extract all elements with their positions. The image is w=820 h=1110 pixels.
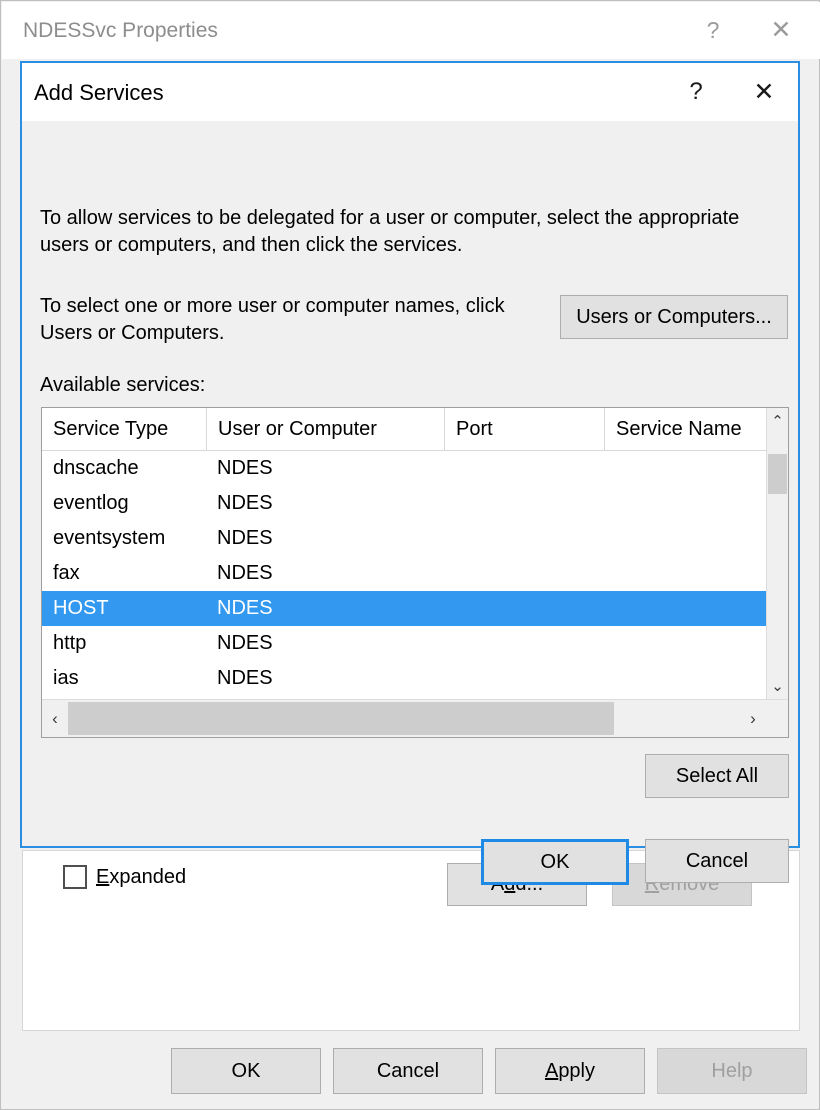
parent-title-bar: NDESSvc Properties ? ✕ xyxy=(2,2,820,59)
cell-user-or-computer: NDES xyxy=(217,492,273,515)
listview-header-row: Service Type User or Computer Port Servi… xyxy=(42,408,788,451)
modal-close-button[interactable]: ✕ xyxy=(734,63,794,121)
column-header-service-name[interactable]: Service Name xyxy=(605,408,766,450)
column-header-port[interactable]: Port xyxy=(445,408,605,450)
listview-vertical-scrollbar[interactable]: ⌃ ⌄ xyxy=(766,408,788,699)
listview-row[interactable]: http NDES xyxy=(42,626,766,661)
chevron-down-icon[interactable]: ⌄ xyxy=(767,673,788,699)
parent-ok-button[interactable]: OK xyxy=(171,1048,321,1094)
column-header-service-type[interactable]: Service Type xyxy=(42,408,207,450)
modal-help-icon[interactable]: ? xyxy=(666,63,726,121)
modal-title: Add Services xyxy=(34,80,164,106)
parent-close-button[interactable]: ✕ xyxy=(750,2,812,59)
cell-user-or-computer: NDES xyxy=(217,457,273,480)
parent-window-title: NDESSvc Properties xyxy=(23,19,218,43)
apply-button-accelerator: A xyxy=(545,1060,558,1083)
cell-user-or-computer: NDES xyxy=(217,667,273,690)
cell-service-type: eventsystem xyxy=(53,527,165,550)
column-header-user-or-computer[interactable]: User or Computer xyxy=(207,408,445,450)
parent-footer-button-row: OK Cancel Apply Help xyxy=(1,1048,820,1098)
cell-service-type: fax xyxy=(53,562,80,585)
chevron-left-icon[interactable]: ‹ xyxy=(42,700,68,737)
expanded-checkbox-label: Expanded xyxy=(96,866,186,889)
modal-body: To allow services to be delegated for a … xyxy=(22,121,798,846)
cell-user-or-computer: NDES xyxy=(217,597,273,620)
close-x-icon: ✕ xyxy=(754,77,775,107)
cell-service-type: ias xyxy=(53,667,79,690)
listview-row[interactable]: HOST NDES xyxy=(42,591,766,626)
cell-user-or-computer: NDES xyxy=(217,562,273,585)
modal-title-bar: Add Services ? ✕ xyxy=(22,63,798,121)
listview-row[interactable]: eventlog NDES xyxy=(42,486,766,521)
available-services-listview[interactable]: Service Type User or Computer Port Servi… xyxy=(41,407,789,738)
users-or-computers-button[interactable]: Users or Computers... xyxy=(560,295,788,339)
listview-horizontal-scrollbar[interactable]: ‹ › xyxy=(42,699,788,737)
listview-row[interactable]: dnscache NDES xyxy=(42,451,766,486)
expanded-checkbox-row[interactable]: Expanded xyxy=(63,865,186,889)
listview-row[interactable]: eventsystem NDES xyxy=(42,521,766,556)
select-all-button[interactable]: Select All xyxy=(645,754,789,798)
expanded-checkbox[interactable] xyxy=(63,865,87,889)
question-mark-icon: ? xyxy=(707,19,720,42)
parent-apply-button[interactable]: Apply xyxy=(495,1048,645,1094)
listview-rows-container: dnscacheNDESeventlogNDESeventsystemNDESf… xyxy=(42,451,766,699)
instruction-text-secondary: To select one or more user or computer n… xyxy=(40,293,540,347)
expanded-accelerator: E xyxy=(96,866,109,888)
close-x-icon: ✕ xyxy=(771,18,792,43)
expanded-label-rest: xpanded xyxy=(109,866,186,888)
cell-user-or-computer: NDES xyxy=(217,632,273,655)
listview-row[interactable]: ias NDES xyxy=(42,661,766,696)
question-mark-icon: ? xyxy=(689,78,702,106)
parent-help-icon[interactable]: ? xyxy=(682,2,744,59)
chevron-up-icon[interactable]: ⌃ xyxy=(767,408,788,434)
apply-button-rest: pply xyxy=(558,1060,595,1083)
cell-service-type: dnscache xyxy=(53,457,139,480)
modal-ok-button[interactable]: OK xyxy=(481,839,629,885)
parent-cancel-button[interactable]: Cancel xyxy=(333,1048,483,1094)
cell-service-type: http xyxy=(53,632,86,655)
parent-help-button: Help xyxy=(657,1048,807,1094)
cell-service-type: eventlog xyxy=(53,492,129,515)
available-services-label: Available services: xyxy=(40,372,205,399)
listview-row[interactable]: fax NDES xyxy=(42,556,766,591)
chevron-right-icon[interactable]: › xyxy=(740,700,766,737)
cell-user-or-computer: NDES xyxy=(217,527,273,550)
cell-service-type: HOST xyxy=(53,597,109,620)
modal-cancel-button[interactable]: Cancel xyxy=(645,839,789,883)
vertical-scrollbar-thumb[interactable] xyxy=(768,454,787,494)
add-services-dialog: Add Services ? ✕ To allow services to be… xyxy=(20,61,800,848)
instruction-text-primary: To allow services to be delegated for a … xyxy=(40,205,790,259)
horizontal-scrollbar-thumb[interactable] xyxy=(68,702,614,735)
